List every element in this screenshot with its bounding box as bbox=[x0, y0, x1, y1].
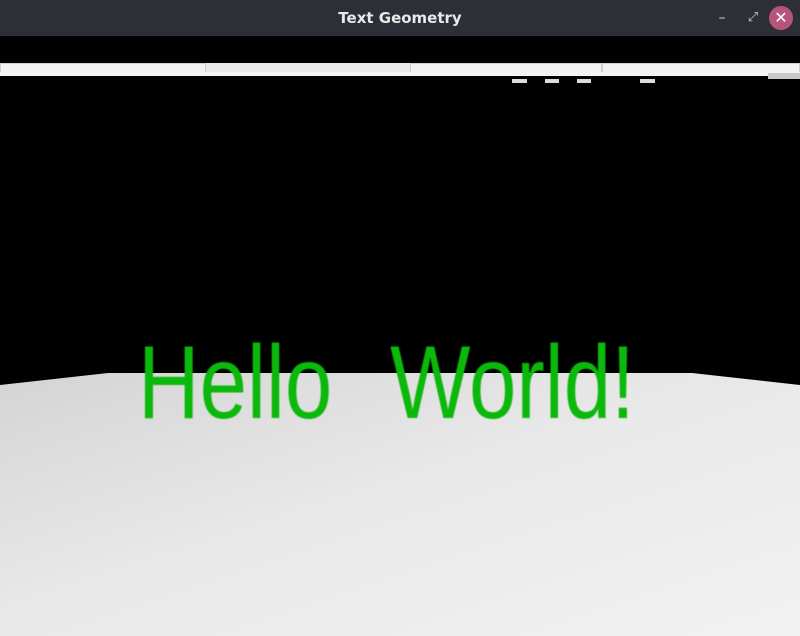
strip-dark-band bbox=[0, 36, 800, 63]
world-3d-text: World! bbox=[390, 325, 635, 441]
maximize-button[interactable]: ⤢ bbox=[742, 8, 764, 28]
strip-bottom-bar bbox=[0, 72, 800, 76]
window-title: Text Geometry bbox=[338, 9, 462, 27]
maximize-icon: ⤢ bbox=[747, 10, 759, 25]
minimize-icon: – bbox=[718, 10, 726, 26]
window-titlebar: Text Geometry – ⤢ ✕ bbox=[0, 0, 800, 36]
close-icon: ✕ bbox=[774, 8, 788, 27]
minimize-button[interactable]: – bbox=[711, 8, 733, 28]
close-button[interactable]: ✕ bbox=[769, 6, 793, 30]
hello-3d-text: Hello bbox=[138, 325, 333, 441]
background-app-strip bbox=[0, 36, 800, 76]
render-viewport[interactable]: Hello World! bbox=[0, 79, 800, 636]
